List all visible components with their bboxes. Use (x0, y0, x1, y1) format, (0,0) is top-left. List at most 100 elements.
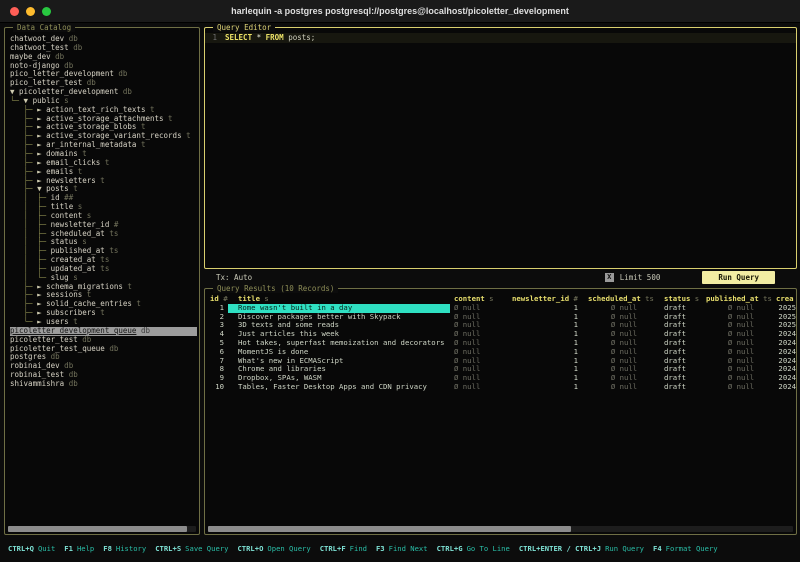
sql-statement[interactable]: SELECT * FROM posts; (225, 33, 315, 43)
result-cell[interactable]: Ø null (450, 365, 512, 374)
result-cell[interactable]: 1 (512, 348, 588, 357)
result-cell[interactable]: Ø null (706, 365, 776, 374)
result-cell[interactable]: draft (660, 321, 706, 330)
result-cell[interactable]: 2024 (776, 374, 796, 383)
result-cell[interactable]: Ø null (706, 313, 776, 322)
column-header-newsletter_id[interactable]: newsletter_id # (512, 295, 588, 304)
result-cell[interactable]: 3D texts and some reads (228, 321, 450, 330)
catalog-item-shivammishra[interactable]: shivammishra db (10, 380, 197, 389)
result-cell[interactable]: 9 (208, 374, 228, 383)
result-cell[interactable]: draft (660, 357, 706, 366)
result-row-10[interactable]: 10Tables, Faster Desktop Apps and CDN pr… (208, 383, 796, 392)
result-cell[interactable]: Ø null (450, 304, 512, 313)
result-cell[interactable]: Ø null (588, 304, 660, 313)
result-cell[interactable]: 1 (512, 357, 588, 366)
collapsed-arrow-icon[interactable]: ► (37, 299, 46, 308)
result-row-5[interactable]: 5Hot takes, superfast memoization and de… (208, 339, 796, 348)
result-cell[interactable]: 7 (208, 357, 228, 366)
result-cell[interactable]: Ø null (588, 383, 660, 392)
result-cell[interactable]: Discover packages better with Skypack (228, 313, 450, 322)
shortcut-quit[interactable]: CTRL+QQuit (8, 544, 55, 553)
run-query-button[interactable]: Run Query (702, 271, 775, 284)
result-cell[interactable]: draft (660, 365, 706, 374)
collapsed-arrow-icon[interactable]: ► (37, 158, 46, 167)
result-cell[interactable]: 10 (208, 383, 228, 392)
shortcut-find-next[interactable]: F3Find Next (376, 544, 428, 553)
column-header-content[interactable]: content s (450, 295, 512, 304)
result-cell[interactable]: 1 (512, 304, 588, 313)
expanded-arrow-icon[interactable]: ▼ (24, 96, 33, 105)
result-row-8[interactable]: 8Chrome and librariesØ null1Ø nulldraftØ… (208, 365, 796, 374)
result-cell[interactable]: 2024 (776, 348, 796, 357)
result-cell[interactable]: 2 (208, 313, 228, 322)
result-cell[interactable]: 2025 (776, 321, 796, 330)
result-cell[interactable]: Ø null (588, 348, 660, 357)
result-cell[interactable]: Ø null (588, 365, 660, 374)
limit-label[interactable]: Limit 500 (620, 273, 661, 282)
shortcut-save-query[interactable]: CTRL+SSave Query (155, 544, 228, 553)
result-cell[interactable]: 1 (512, 313, 588, 322)
result-cell[interactable]: Just articles this week (228, 330, 450, 339)
result-cell[interactable]: 1 (512, 321, 588, 330)
shortcut-open-query[interactable]: CTRL+OOpen Query (237, 544, 310, 553)
result-cell[interactable]: 2024 (776, 365, 796, 374)
result-row-3[interactable]: 33D texts and some readsØ null1Ø nulldra… (208, 321, 796, 330)
result-row-4[interactable]: 4Just articles this weekØ null1Ø nulldra… (208, 330, 796, 339)
collapsed-arrow-icon[interactable]: ► (37, 308, 46, 317)
result-cell[interactable]: 2024 (776, 330, 796, 339)
results-scrollbar-thumb[interactable] (208, 526, 571, 532)
result-cell[interactable]: Ø null (450, 348, 512, 357)
result-cell[interactable]: 4 (208, 330, 228, 339)
result-cell[interactable]: 1 (512, 365, 588, 374)
shortcut-find[interactable]: CTRL+FFind (320, 544, 367, 553)
result-cell[interactable]: 1 (512, 339, 588, 348)
result-cell[interactable]: 2024 (776, 383, 796, 392)
result-cell[interactable]: Ø null (450, 321, 512, 330)
result-cell[interactable]: Ø null (450, 383, 512, 392)
result-cell[interactable]: draft (660, 330, 706, 339)
result-cell[interactable]: What's new in ECMAScript (228, 357, 450, 366)
result-cell[interactable]: Ø null (588, 313, 660, 322)
results-horizontal-scrollbar[interactable] (208, 526, 793, 532)
column-header-scheduled_at[interactable]: scheduled_at ts (588, 295, 660, 304)
shortcut-format-query[interactable]: F4Format Query (653, 544, 718, 553)
result-cell[interactable]: Ø null (588, 374, 660, 383)
result-cell[interactable]: Ø null (588, 339, 660, 348)
result-row-9[interactable]: 9Dropbox, SPAs, WASMØ null1Ø nulldraftØ … (208, 374, 796, 383)
result-cell[interactable]: Ø null (706, 339, 776, 348)
catalog-horizontal-scrollbar[interactable] (8, 526, 196, 532)
result-cell[interactable]: Ø null (450, 313, 512, 322)
collapsed-arrow-icon[interactable]: ► (37, 149, 46, 158)
result-cell[interactable]: Tables, Faster Desktop Apps and CDN priv… (228, 383, 450, 392)
result-cell[interactable]: 8 (208, 365, 228, 374)
result-cell[interactable]: Ø null (588, 321, 660, 330)
result-cell[interactable]: 6 (208, 348, 228, 357)
column-header-title[interactable]: title s (228, 295, 450, 304)
result-cell[interactable]: Ø null (706, 383, 776, 392)
result-cell[interactable]: Ø null (706, 321, 776, 330)
collapsed-arrow-icon[interactable]: ► (37, 105, 46, 114)
result-row-7[interactable]: 7What's new in ECMAScriptØ null1Ø nulldr… (208, 357, 796, 366)
shortcut-history[interactable]: F8History (103, 544, 146, 553)
expanded-arrow-icon[interactable]: ▼ (10, 87, 19, 96)
result-cell[interactable]: Chrome and libraries (228, 365, 450, 374)
result-cell[interactable]: draft (660, 348, 706, 357)
result-cell[interactable]: 1 (512, 374, 588, 383)
result-cell[interactable]: Rome wasn't built in a day (228, 304, 450, 313)
shortcut-run-query[interactable]: CTRL+ENTER / CTRL+JRun Query (519, 544, 644, 553)
column-header-published_at[interactable]: published_at ts (706, 295, 776, 304)
collapsed-arrow-icon[interactable]: ► (37, 317, 46, 326)
result-cell[interactable]: Ø null (706, 330, 776, 339)
result-cell[interactable]: draft (660, 313, 706, 322)
result-cell[interactable]: 5 (208, 339, 228, 348)
result-cell[interactable]: Ø null (450, 374, 512, 383)
collapsed-arrow-icon[interactable]: ► (37, 140, 46, 149)
collapsed-arrow-icon[interactable]: ► (37, 167, 46, 176)
result-cell[interactable]: Ø null (450, 339, 512, 348)
column-header-crea[interactable]: crea (776, 295, 796, 304)
result-row-6[interactable]: 6MomentJS is doneØ null1Ø nulldraftØ nul… (208, 348, 796, 357)
result-cell[interactable]: Ø null (450, 357, 512, 366)
limit-checkbox[interactable]: X (605, 273, 614, 282)
editor-line[interactable]: 1 SELECT * FROM posts; (205, 33, 796, 43)
result-cell[interactable]: draft (660, 383, 706, 392)
